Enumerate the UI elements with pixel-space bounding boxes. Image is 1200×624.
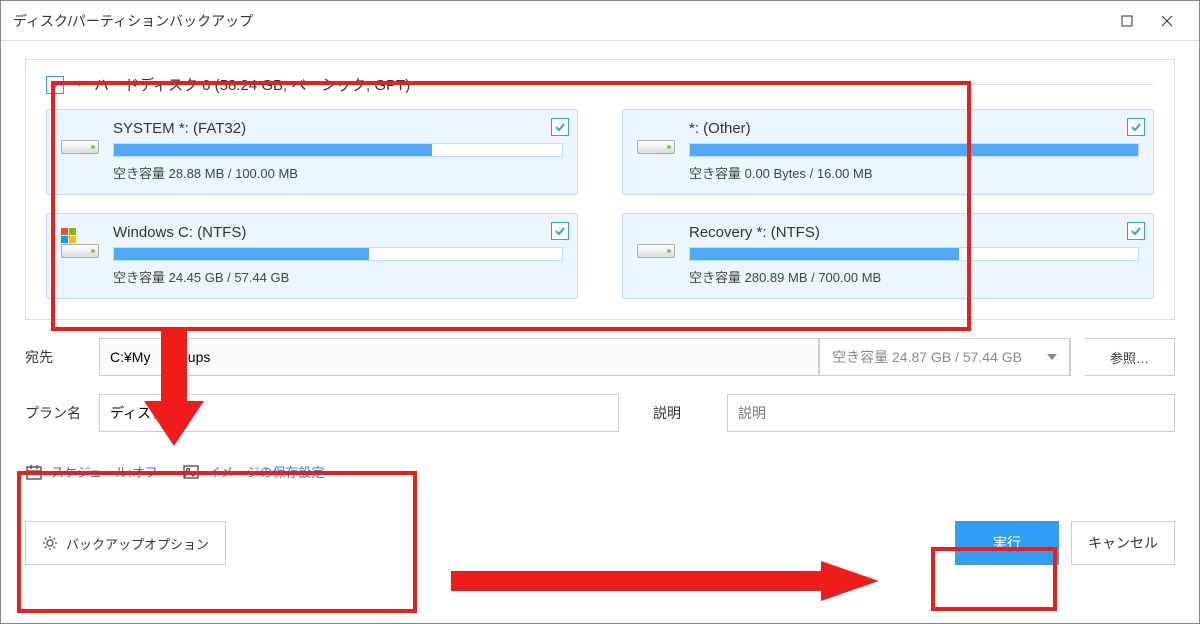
partition-card[interactable]: Windows C: (NTFS) 空き容量 24.45 GB / 57.44 … [46,213,578,299]
partition-free: 空き容量 0.00 Bytes / 16.00 MB [689,163,1139,182]
partition-name: Windows C: (NTFS) [113,224,563,241]
partition-free: 空き容量 28.88 MB / 100.00 MB [113,163,563,182]
disk-panel: ハードディスク 0 (58.24 GB, ベーシック, GPT) SYSTEM … [25,59,1175,320]
disk-title: ハードディスク 0 (58.24 GB, ベーシック, GPT) [94,74,410,95]
windows-icon [61,228,77,244]
disk-checkbox[interactable] [46,76,64,94]
drive-icon [61,230,101,270]
image-icon [182,463,200,481]
partition-checkbox[interactable] [551,118,569,136]
retention-text: イメージの保存設定 [208,462,325,481]
description-label: 説明 [653,403,713,423]
usage-bar [689,143,1139,157]
execute-button[interactable]: 実行 [955,521,1059,565]
browse-button[interactable]: 参照… [1085,338,1175,376]
annotation-arrow-down [139,331,209,454]
chevron-down-icon[interactable] [72,76,86,93]
description-input[interactable] [727,394,1175,432]
partition-free: 空き容量 24.45 GB / 57.44 GB [113,267,563,286]
schedule-link[interactable]: スケジュール:オフ [25,462,158,481]
titlebar: ディスク/パーティションバックアップ [1,1,1199,41]
destination-free-label: 空き容量 24.87 GB / 57.44 GB [820,347,1034,367]
usage-bar [113,247,563,261]
retention-link[interactable]: イメージの保存設定 [182,462,325,481]
partition-free: 空き容量 280.89 MB / 700.00 MB [689,267,1139,286]
close-button[interactable] [1147,6,1187,36]
disk-header: ハードディスク 0 (58.24 GB, ベーシック, GPT) [46,74,1154,95]
partition-name: SYSTEM *: (FAT32) [113,120,563,137]
window-title: ディスク/パーティションバックアップ [13,11,1107,31]
annotation-arrow-right [451,561,881,604]
backup-options-label: バックアップオプション [66,534,209,553]
cancel-button[interactable]: キャンセル [1071,521,1175,565]
calendar-icon [25,463,43,481]
partition-checkbox[interactable] [1127,222,1145,240]
usage-bar [113,143,563,157]
partition-checkbox[interactable] [551,222,569,240]
options-row: スケジュール:オフ イメージの保存設定 [25,462,1175,481]
destination-label: 宛先 [25,347,85,367]
drive-icon [637,126,677,166]
header-divider [428,84,1154,85]
plan-label: プラン名 [25,403,85,423]
partition-name: Recovery *: (NTFS) [689,224,1139,241]
destination-dropdown[interactable] [1034,338,1070,376]
usage-bar [689,247,1139,261]
drive-icon [61,126,101,166]
partition-checkbox[interactable] [1127,118,1145,136]
partition-card[interactable]: *: (Other) 空き容量 0.00 Bytes / 16.00 MB [622,109,1154,195]
partition-card[interactable]: Recovery *: (NTFS) 空き容量 280.89 MB / 700.… [622,213,1154,299]
schedule-text: スケジュール:オフ [51,462,158,481]
backup-options-button[interactable]: バックアップオプション [25,521,226,565]
drive-icon [637,230,677,270]
partition-card[interactable]: SYSTEM *: (FAT32) 空き容量 28.88 MB / 100.00… [46,109,578,195]
partition-grid: SYSTEM *: (FAT32) 空き容量 28.88 MB / 100.00… [46,109,1154,299]
maximize-button[interactable] [1107,6,1147,36]
gear-icon [42,535,58,551]
partition-name: *: (Other) [689,120,1139,137]
